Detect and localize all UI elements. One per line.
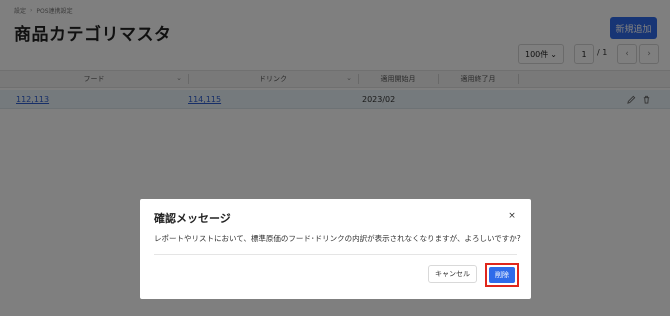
dialog-message: レポートやリストにおいて、標準原価のフード･ドリンクの内訳が表示されなくなります… <box>154 234 521 243</box>
confirm-dialog: 確認メッセージ × レポートやリストにおいて、標準原価のフード･ドリンクの内訳が… <box>140 199 531 299</box>
cancel-button[interactable]: キャンセル <box>428 265 477 283</box>
divider <box>154 254 517 255</box>
close-icon[interactable]: × <box>507 211 517 221</box>
dialog-title: 確認メッセージ <box>154 212 231 225</box>
delete-confirm-button[interactable]: 削除 <box>485 263 519 287</box>
delete-button-label: 削除 <box>489 267 515 283</box>
